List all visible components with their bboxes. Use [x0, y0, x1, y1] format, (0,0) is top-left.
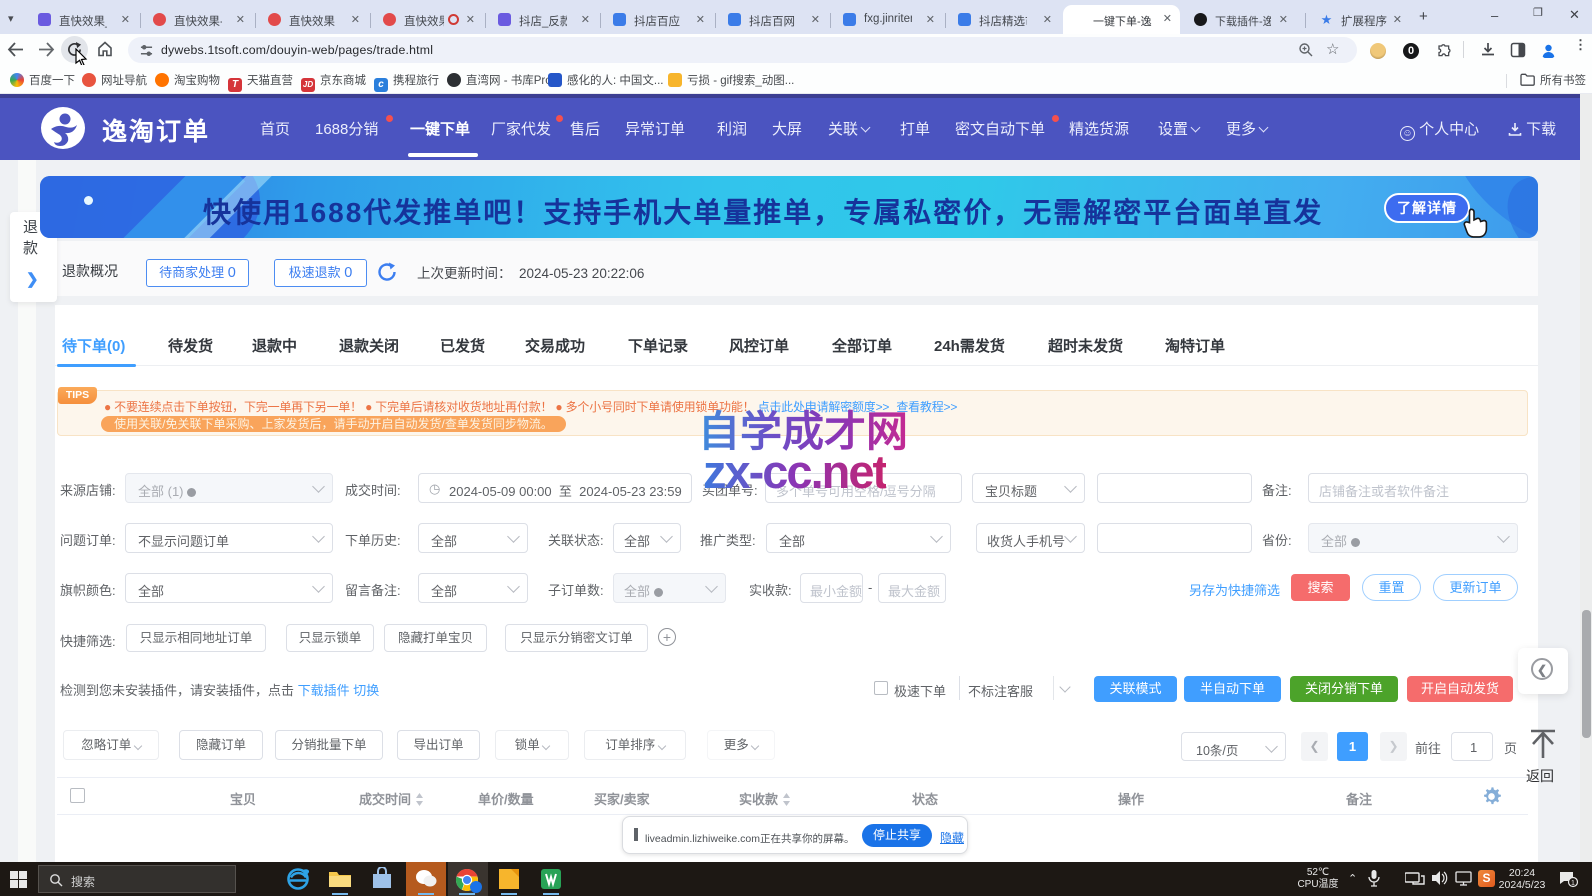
- svg-text:1: 1: [1571, 880, 1575, 887]
